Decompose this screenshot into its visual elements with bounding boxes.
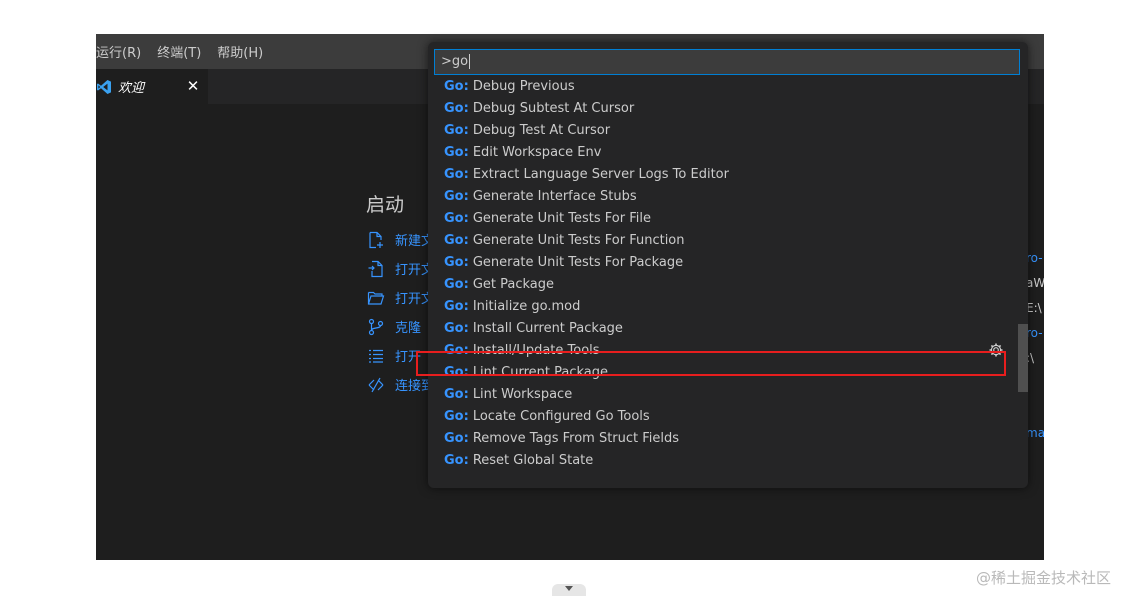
start-clone-label: 克隆 bbox=[395, 321, 422, 336]
start-new-file[interactable]: 新建文 bbox=[366, 225, 434, 254]
command-prefix: Go: bbox=[444, 276, 469, 292]
text-caret bbox=[469, 54, 471, 69]
recent-path: :\ bbox=[1026, 351, 1035, 365]
command-label: Debug Subtest At Cursor bbox=[472, 100, 635, 116]
command-item[interactable]: Go: Generate Unit Tests For Package bbox=[428, 251, 1018, 273]
recent-item[interactable]: ma bbox=[1026, 421, 1044, 446]
command-list: Go:Current CursorGo:Debug PreviousGo:Deb… bbox=[428, 66, 1028, 486]
command-prefix: Go: bbox=[444, 100, 469, 116]
command-item[interactable]: Go: Debug Test At Cursor bbox=[428, 119, 1018, 141]
command-label: Install/Update Tools bbox=[472, 342, 600, 358]
command-prefix: Go: bbox=[444, 144, 469, 160]
command-input-value: >go bbox=[441, 54, 469, 69]
command-label: Generate Unit Tests For File bbox=[472, 210, 651, 226]
watermark: @稀土掘金技术社区 bbox=[976, 569, 1112, 587]
command-prefix: Go: bbox=[444, 78, 469, 94]
start-open-file[interactable]: 打开文 bbox=[366, 254, 434, 283]
command-prefix: Go: bbox=[444, 408, 469, 424]
gear-icon[interactable] bbox=[988, 342, 1004, 358]
start-connect-remote[interactable]: 连接到 bbox=[366, 370, 434, 399]
command-label: Reset Global State bbox=[472, 452, 594, 468]
open-folder-icon bbox=[366, 288, 386, 308]
command-label: Initialize go.mod bbox=[472, 298, 581, 314]
vscode-logo-icon bbox=[96, 79, 112, 95]
command-list-scrollbar[interactable] bbox=[1018, 324, 1028, 392]
command-prefix: Go: bbox=[444, 342, 469, 358]
welcome-start-section: 启动 新建文 打开文 打开文 克隆 打开 连接到 bbox=[366, 190, 434, 399]
recent-path: aW bbox=[1026, 276, 1044, 290]
remote-icon bbox=[366, 375, 386, 395]
command-item[interactable]: Go: Generate Unit Tests For File bbox=[428, 207, 1018, 229]
command-item[interactable]: Go: Reset Global State bbox=[428, 449, 1018, 471]
recent-list: ro- aW E:\ ro- :\ ma bbox=[1026, 246, 1044, 446]
command-item[interactable]: Go: Debug Subtest At Cursor bbox=[428, 97, 1018, 119]
command-item[interactable]: Go: Get Package bbox=[428, 273, 1018, 295]
command-item[interactable]: Go: Generate Interface Stubs bbox=[428, 185, 1018, 207]
command-item[interactable]: Go: Edit Workspace Env bbox=[428, 141, 1018, 163]
command-prefix: Go: bbox=[444, 210, 469, 226]
command-prefix: Go: bbox=[444, 254, 469, 270]
collapse-handle[interactable] bbox=[552, 584, 586, 596]
command-item[interactable]: Go: Remove Tags From Struct Fields bbox=[428, 427, 1018, 449]
open-file-icon bbox=[366, 259, 386, 279]
start-open-list-label: 打开 bbox=[395, 350, 422, 365]
chevron-down-icon bbox=[565, 586, 573, 591]
command-label: Install Current Package bbox=[472, 320, 623, 336]
command-prefix: Go: bbox=[444, 232, 469, 248]
recent-path: E:\ bbox=[1026, 301, 1042, 315]
recent-item[interactable]: ro- bbox=[1026, 246, 1044, 271]
command-prefix: Go: bbox=[444, 430, 469, 446]
command-item[interactable]: Go: Lint Current Package bbox=[428, 361, 1018, 383]
tab-label: 欢迎 bbox=[118, 81, 145, 96]
command-label: Edit Workspace Env bbox=[472, 144, 602, 160]
command-label: Generate Unit Tests For Package bbox=[472, 254, 684, 270]
new-file-icon bbox=[366, 230, 386, 250]
command-label: Remove Tags From Struct Fields bbox=[472, 430, 680, 446]
command-palette: Go:Current CursorGo:Debug PreviousGo:Deb… bbox=[428, 42, 1028, 488]
command-label: Lint Workspace bbox=[472, 386, 573, 402]
command-item[interactable]: Go: Debug Previous bbox=[428, 75, 1018, 97]
command-prefix: Go: bbox=[444, 122, 469, 138]
start-open-folder[interactable]: 打开文 bbox=[366, 283, 434, 312]
command-label: Debug Test At Cursor bbox=[472, 122, 611, 138]
command-prefix: Go: bbox=[444, 298, 469, 314]
command-label: Lint Current Package bbox=[472, 364, 608, 380]
command-prefix: Go: bbox=[444, 320, 469, 336]
command-item[interactable]: Go: Lint Workspace bbox=[428, 383, 1018, 405]
command-prefix: Go: bbox=[444, 452, 469, 468]
command-item[interactable]: Go: Install Current Package bbox=[428, 317, 1018, 339]
command-label: Generate Interface Stubs bbox=[472, 188, 637, 204]
command-prefix: Go: bbox=[444, 386, 469, 402]
command-label: Extract Language Server Logs To Editor bbox=[472, 166, 729, 182]
git-branch-icon bbox=[366, 317, 386, 337]
command-label: Locate Configured Go Tools bbox=[472, 408, 650, 424]
command-prefix: Go: bbox=[444, 364, 469, 380]
menu-run[interactable]: 运行(R) bbox=[96, 42, 149, 61]
command-item[interactable]: Go: Extract Language Server Logs To Edito… bbox=[428, 163, 1018, 185]
recent-path bbox=[1026, 396, 1044, 421]
start-title: 启动 bbox=[366, 194, 405, 216]
command-prefix: Go: bbox=[444, 188, 469, 204]
command-item[interactable]: Go: Install/Update Tools bbox=[428, 339, 1018, 361]
command-item[interactable]: Go: Locate Configured Go Tools bbox=[428, 405, 1018, 427]
command-label: Get Package bbox=[472, 276, 554, 292]
tab-welcome[interactable]: 欢迎 ✕ bbox=[96, 69, 208, 104]
start-clone-repo[interactable]: 克隆 bbox=[366, 312, 434, 341]
command-prefix: Go: bbox=[444, 166, 469, 182]
recent-path bbox=[1026, 371, 1044, 396]
close-icon[interactable]: ✕ bbox=[184, 77, 202, 95]
recent-item[interactable]: ro- bbox=[1026, 321, 1044, 346]
command-item[interactable]: Go: Initialize go.mod bbox=[428, 295, 1018, 317]
start-open-list[interactable]: 打开 bbox=[366, 341, 434, 370]
command-palette-input[interactable]: >go bbox=[434, 49, 1020, 75]
command-label: Generate Unit Tests For Function bbox=[472, 232, 685, 248]
menu-terminal[interactable]: 终端(T) bbox=[157, 42, 209, 61]
list-icon bbox=[366, 346, 386, 366]
command-item[interactable]: Go: Generate Unit Tests For Function bbox=[428, 229, 1018, 251]
command-label: Debug Previous bbox=[472, 78, 575, 94]
menu-help[interactable]: 帮助(H) bbox=[217, 42, 271, 61]
